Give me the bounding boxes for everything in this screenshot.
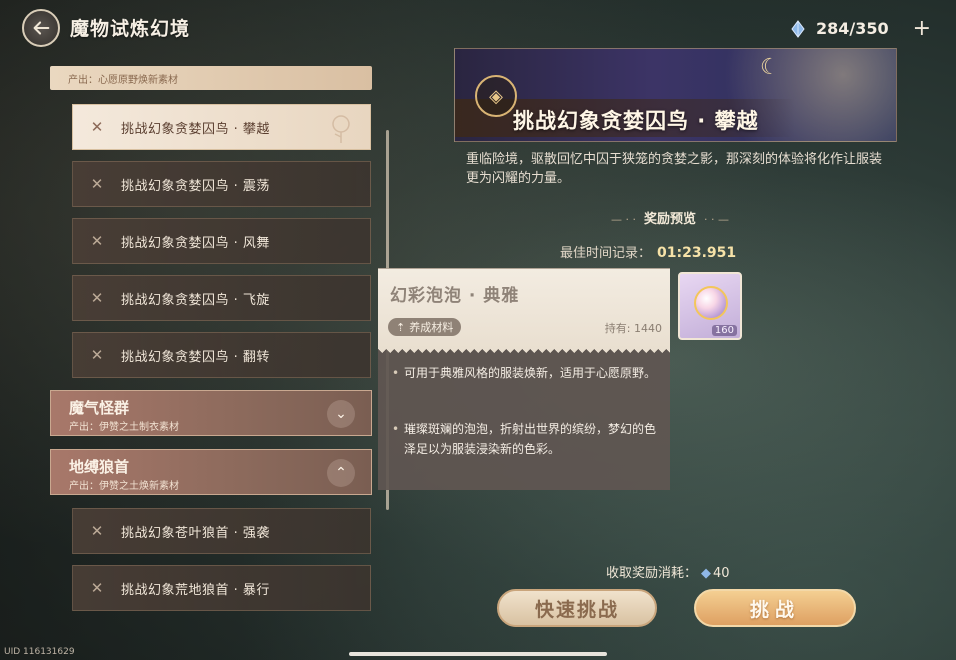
reward-item-bubble[interactable]: 160 [678, 272, 742, 340]
crossed-swords-icon: ✕ [73, 522, 121, 540]
claim-cost: 收取奖励消耗： ◆40 [606, 562, 730, 581]
list-item-label: 挑战幻象贪婪囚鸟 · 翻转 [121, 346, 270, 365]
upgrade-arrow-icon: ⇡ [396, 321, 405, 334]
group-header-wolf-head[interactable]: 地缚狼首 产出：伊赞之土焕新素材 ⌃ [50, 449, 372, 495]
page-title: 魔物试炼幻境 [70, 14, 190, 41]
reward-preview-heading: — · · 奖励预览 · · — [560, 208, 780, 227]
chevron-down-icon[interactable]: ⌄ [327, 400, 355, 428]
tooltip-category-tag: ⇡ 养成材料 [388, 318, 461, 336]
list-item-challenge-5[interactable]: ✕ 挑战幻象贪婪囚鸟 · 翻转 [72, 332, 371, 378]
reward-item-count: 160 [712, 325, 737, 336]
stage-description: 重临险境，驱散回忆中囚于狭笼的贪婪之影，那深刻的体验将化作让服装更为闪耀的力量。 [466, 150, 894, 188]
list-item-label: 挑战幻象贪婪囚鸟 · 飞旋 [121, 289, 270, 308]
list-item-challenge-2[interactable]: ✕ 挑战幻象贪婪囚鸟 · 震荡 [72, 161, 371, 207]
list-item-challenge-3[interactable]: ✕ 挑战幻象贪婪囚鸟 · 风舞 [72, 218, 371, 264]
crystal-icon [790, 20, 806, 38]
item-tooltip: 幻彩泡泡 · 典雅 ⇡ 养成材料 持有: 1440 可用于典雅风格的服装焕新，适… [378, 268, 670, 490]
stamina-value: 284/350 [816, 19, 889, 38]
list-item-label: 挑战幻象荒地狼首 · 暴行 [121, 579, 270, 598]
group-output-text: 产出：心愿原野焕新素材 [68, 71, 178, 86]
back-arrow-icon [30, 17, 52, 39]
moon-icon: ☾ [760, 55, 780, 80]
rose-emblem-icon [324, 111, 358, 145]
crossed-swords-icon: ✕ [73, 579, 121, 597]
group-output-text: 产出：伊赞之土焕新素材 [69, 477, 179, 492]
stage-emblem-icon: ◈ [475, 75, 517, 117]
best-time-value: 01:23.951 [657, 245, 736, 261]
group-name: 魔气怪群 [69, 397, 129, 418]
list-item-wolf-2[interactable]: ✕ 挑战幻象荒地狼首 · 暴行 [72, 565, 371, 611]
back-button[interactable] [22, 9, 60, 47]
crossed-swords-icon: ✕ [73, 118, 121, 136]
tooltip-zigzag-edge [378, 349, 670, 357]
group-header-collapsed[interactable]: 产出：心愿原野焕新素材 [50, 66, 372, 90]
list-item-wolf-1[interactable]: ✕ 挑战幻象苍叶狼首 · 强袭 [72, 508, 371, 554]
bubble-orb-icon [694, 286, 728, 320]
claim-cost-label: 收取奖励消耗： [606, 566, 697, 581]
tooltip-usage-text: 可用于典雅风格的服装焕新，适用于心愿原野。 [392, 363, 656, 383]
stamina-counter: 284/350 + [790, 16, 931, 41]
tooltip-flavor-text: 璀璨斑斓的泡泡，折射出世界的缤纷，梦幻的色泽足以为服装浸染新的色彩。 [392, 419, 656, 459]
best-time-record: 最佳时间记录： 01:23.951 [560, 242, 810, 261]
crossed-swords-icon: ✕ [73, 175, 121, 193]
best-time-label: 最佳时间记录： [560, 246, 651, 261]
stage-title: 挑战幻象贪婪囚鸟 · 攀越 [513, 105, 759, 135]
challenge-button[interactable]: 挑战 [694, 589, 856, 627]
chevron-up-icon[interactable]: ⌃ [327, 459, 355, 487]
list-item-label: 挑战幻象苍叶狼首 · 强袭 [121, 522, 270, 541]
list-item-label: 挑战幻象贪婪囚鸟 · 攀越 [121, 118, 270, 137]
group-header-mist-monsters[interactable]: 魔气怪群 产出：伊赞之土制衣素材 ⌄ [50, 390, 372, 436]
crossed-swords-icon: ✕ [73, 289, 121, 307]
group-output-text: 产出：伊赞之土制衣素材 [69, 418, 179, 433]
list-item-challenge-1[interactable]: ✕ 挑战幻象贪婪囚鸟 · 攀越 [72, 104, 371, 150]
crossed-swords-icon: ✕ [73, 346, 121, 364]
list-item-label: 挑战幻象贪婪囚鸟 · 震荡 [121, 175, 270, 194]
tooltip-header: 幻彩泡泡 · 典雅 ⇡ 养成材料 持有: 1440 [378, 269, 670, 349]
crystal-icon: ◆ [701, 566, 711, 581]
tooltip-item-name: 幻彩泡泡 · 典雅 [390, 281, 519, 306]
list-item-challenge-4[interactable]: ✕ 挑战幻象贪婪囚鸟 · 飞旋 [72, 275, 371, 321]
tooltip-owned-count: 持有: 1440 [605, 320, 662, 336]
group-name: 地缚狼首 [69, 456, 129, 477]
crossed-swords-icon: ✕ [73, 232, 121, 250]
divider-ornament-icon: — · · [611, 213, 636, 226]
list-item-label: 挑战幻象贪婪囚鸟 · 风舞 [121, 232, 270, 251]
reward-preview-label: 奖励预览 [644, 212, 696, 227]
tooltip-category-label: 养成材料 [409, 319, 453, 335]
claim-cost-value: 40 [713, 566, 730, 581]
quick-challenge-button[interactable]: 快速挑战 [497, 589, 657, 627]
user-id: UID 116131629 [4, 647, 75, 657]
home-indicator[interactable] [349, 652, 607, 656]
stage-banner: ☾ ◈ 挑战幻象贪婪囚鸟 · 攀越 [454, 48, 897, 142]
divider-ornament-icon: · · — [704, 213, 729, 226]
add-stamina-button[interactable]: + [913, 16, 931, 41]
